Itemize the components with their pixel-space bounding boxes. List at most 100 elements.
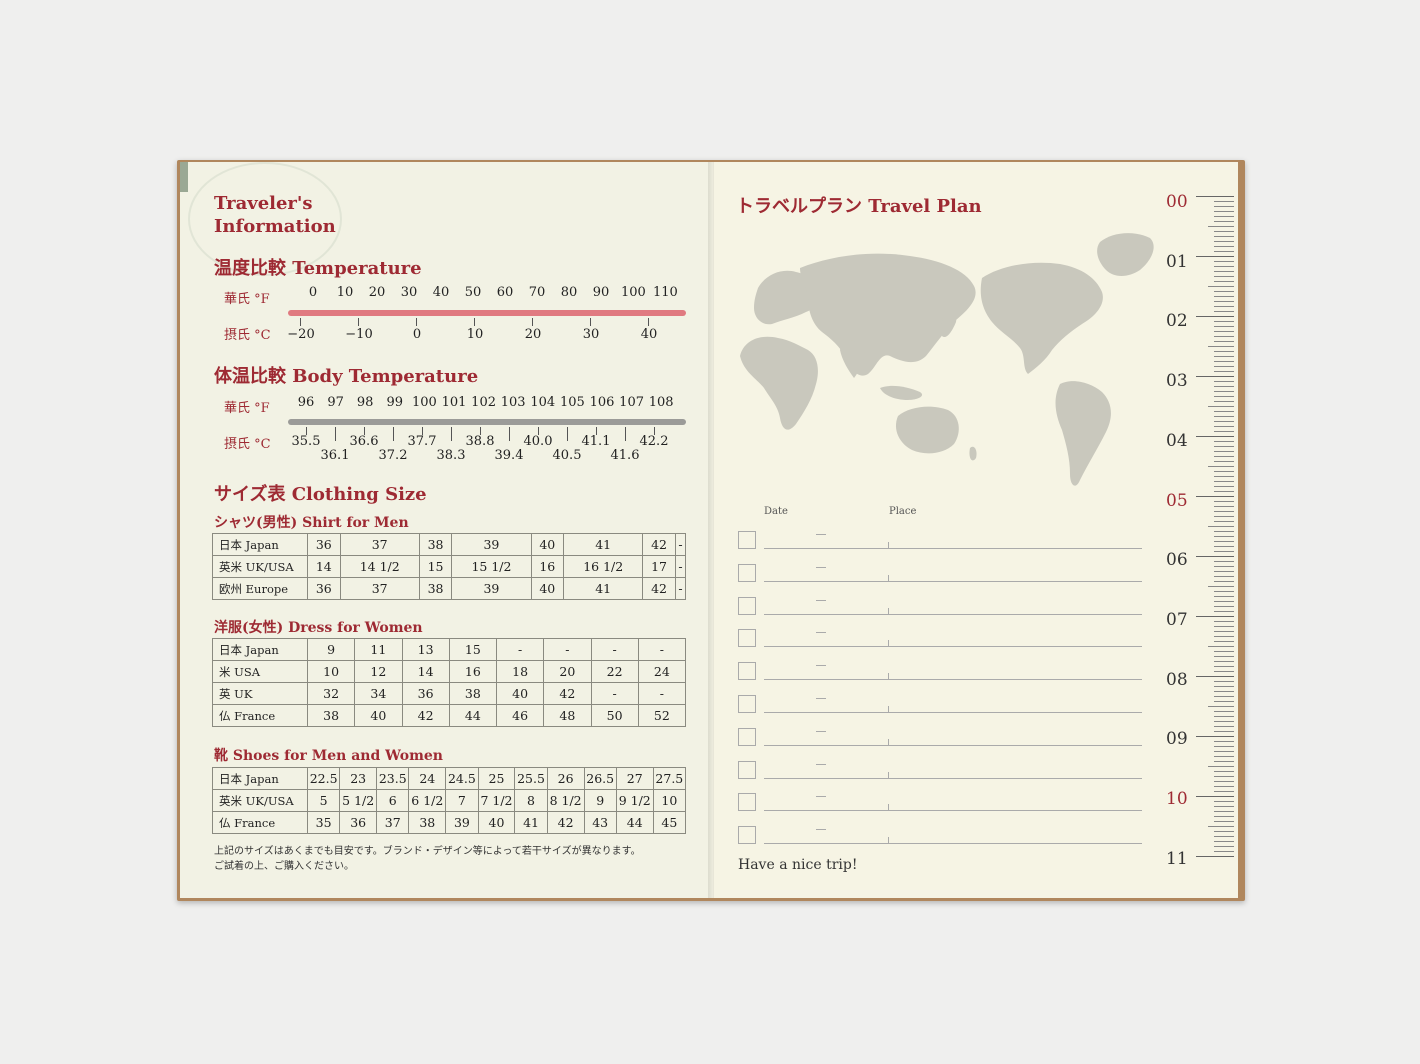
size-row-label: 米 USA — [212, 660, 308, 683]
ruler-tick — [1214, 576, 1234, 577]
size-cell: 52 — [637, 704, 687, 727]
ruler-tick — [1196, 256, 1234, 257]
plan-checkbox[interactable] — [738, 695, 756, 713]
plan-checkbox[interactable] — [738, 760, 756, 779]
ruler-tick — [1214, 426, 1234, 427]
ruler-tick — [1214, 536, 1234, 537]
ruler-tick — [1214, 606, 1234, 607]
date-column-label: Date — [764, 506, 788, 517]
ruler-tick — [1214, 756, 1234, 757]
ruler-tick — [1214, 821, 1234, 822]
ruler-tick — [1214, 366, 1234, 367]
size-cell: 6 1/2 — [408, 789, 447, 812]
size-cell: 25 — [477, 767, 516, 790]
ruler-tick — [1214, 456, 1234, 457]
hour-label: 07 — [1166, 609, 1188, 630]
ruler-tick — [1214, 851, 1234, 852]
size-cell: 42 — [642, 577, 676, 600]
size-row-label: 日本 Japan — [212, 638, 308, 661]
ruler-tick — [1214, 211, 1234, 212]
size-cell: 17 — [642, 555, 676, 578]
ruler-tick — [1214, 701, 1234, 702]
size-cell: 13 — [401, 638, 450, 661]
body-c-tick-label-lower: 40.5 — [552, 448, 582, 463]
ruler-tick — [1214, 811, 1234, 812]
size-row-label: 日本 Japan — [212, 533, 308, 556]
ruler-tick — [1196, 676, 1234, 677]
shirt-size-table: 日本 Japan 36 37 38 39 40 41 42- 英米 UK/USA 14 14 1/2… — [212, 533, 687, 600]
hour-label: 04 — [1166, 430, 1188, 451]
plan-checkbox[interactable] — [738, 596, 756, 615]
travel-plan-title: トラベルプラン Travel Plan — [736, 196, 982, 217]
ruler-tick — [1214, 201, 1234, 202]
body-c-tick-long — [393, 427, 394, 441]
plan-checkbox[interactable] — [738, 629, 756, 648]
ruler-tick — [1214, 476, 1234, 477]
hour-label: 05 — [1166, 490, 1188, 511]
ruler-tick — [1214, 501, 1234, 502]
plan-checkbox[interactable] — [738, 793, 756, 812]
temp-fahrenheit-label: 華氏 °F — [224, 292, 270, 307]
ruler-tick — [1214, 416, 1234, 417]
body-f-tick-label: 97 — [327, 395, 344, 410]
size-cell: 5 1/2 — [339, 789, 378, 812]
body-f-tick-label: 106 — [589, 395, 615, 410]
plan-checkbox[interactable] — [738, 826, 756, 845]
size-row-label: 英米 UK/USA — [212, 789, 308, 812]
dress-heading: 洋服(女性) Dress for Women — [214, 620, 423, 636]
size-cell: 14 1/2 — [339, 555, 420, 578]
ruler-tick — [1214, 531, 1234, 532]
ruler-tick — [1214, 341, 1234, 342]
size-cell: 7 1/2 — [477, 789, 516, 812]
ruler-tick — [1214, 481, 1234, 482]
ruler-tick — [1208, 466, 1234, 467]
ruler-tick — [1214, 386, 1234, 387]
hour-label: 00 — [1166, 192, 1188, 212]
size-cell: 40 — [530, 533, 565, 556]
temp-c-tick — [532, 318, 533, 326]
plan-checkbox[interactable] — [738, 662, 756, 681]
plan-date-dash — [816, 599, 826, 601]
ruler-tick — [1214, 791, 1234, 792]
ruler-tick — [1214, 761, 1234, 762]
size-cell: 37 — [339, 533, 420, 556]
size-cell: 42 — [642, 533, 676, 556]
temperature-heading: 温度比較 Temperature — [214, 258, 422, 279]
body-c-tick-label-upper: 35.5 — [291, 434, 321, 449]
size-cell: 39 — [445, 811, 479, 834]
size-cell: 43 — [583, 811, 617, 834]
plan-checkbox[interactable] — [738, 727, 756, 746]
ruler-tick — [1214, 241, 1234, 242]
body-c-tick-label-upper: 42.2 — [639, 434, 669, 449]
temp-f-tick-label: 30 — [400, 285, 418, 300]
ruler-tick — [1196, 736, 1234, 737]
plan-checkbox[interactable] — [738, 531, 756, 549]
size-cell: 22 — [590, 660, 639, 683]
plan-line — [764, 744, 1142, 746]
ruler-tick — [1214, 696, 1234, 697]
ruler-tick — [1208, 706, 1234, 707]
body-f-tick-label: 100 — [411, 395, 437, 410]
size-cell: 15 — [418, 555, 453, 578]
place-column-label: Place — [889, 506, 917, 517]
ruler-tick — [1214, 506, 1234, 507]
size-row: 米 USA 10 12 14 16 18 20 22 24 — [212, 660, 687, 683]
ruler-tick — [1214, 816, 1234, 817]
map-new-zealand — [969, 446, 977, 461]
ruler-tick — [1214, 711, 1234, 712]
ruler-tick — [1214, 206, 1234, 207]
ruler-tick — [1214, 746, 1234, 747]
ruler-tick — [1214, 566, 1234, 567]
size-cell: 26.5 — [583, 767, 617, 790]
size-cell: 38 — [408, 811, 447, 834]
plan-checkbox[interactable] — [738, 563, 756, 582]
ruler-tick — [1214, 716, 1234, 717]
size-cell: 44 — [615, 811, 654, 834]
ruler-tick — [1214, 391, 1234, 392]
ruler-tick — [1214, 301, 1234, 302]
body-f-tick-label: 105 — [559, 395, 585, 410]
map-indonesia — [880, 385, 923, 400]
size-cell: 9 1/2 — [615, 789, 654, 812]
ruler-tick — [1196, 616, 1234, 617]
plan-line — [764, 843, 1142, 845]
